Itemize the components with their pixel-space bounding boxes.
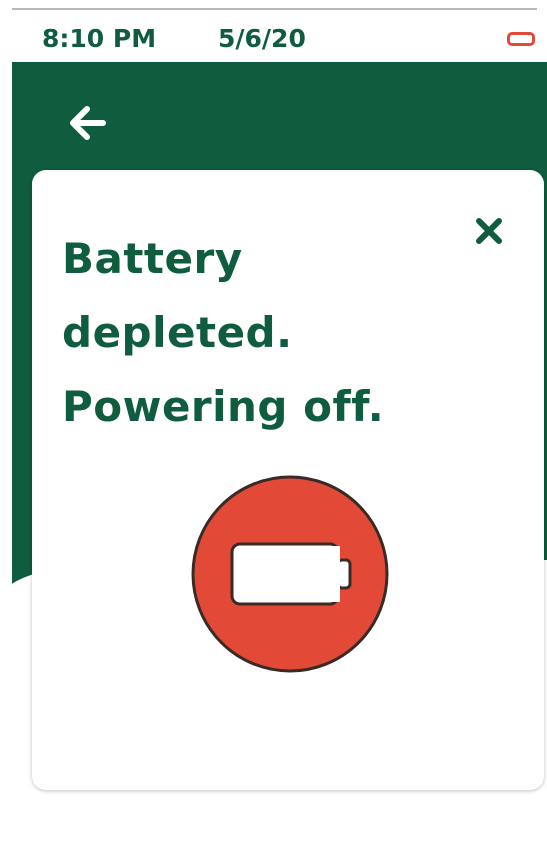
back-button[interactable]: [62, 100, 112, 146]
message-line-2: depleted.: [62, 308, 293, 357]
battery-empty-icon: [191, 475, 389, 673]
dialog-message: Battery depleted. Powering off.: [62, 222, 482, 444]
message-line-3: Powering off.: [62, 382, 385, 431]
status-bar: 8:10 PM 5/6/20: [0, 10, 547, 62]
message-line-1: Battery: [62, 234, 243, 283]
arrow-left-icon: [70, 106, 106, 140]
status-time: 8:10 PM: [42, 24, 157, 53]
status-date: 5/6/20: [218, 24, 306, 53]
battery-dialog: Battery depleted. Powering off.: [32, 170, 544, 790]
battery-low-icon: [507, 32, 535, 46]
